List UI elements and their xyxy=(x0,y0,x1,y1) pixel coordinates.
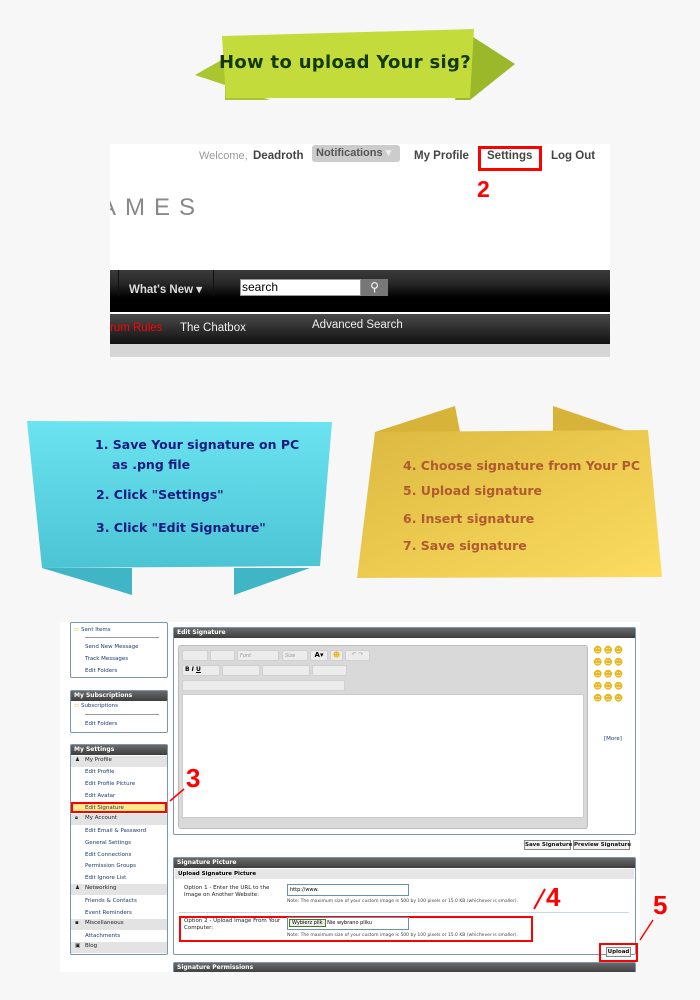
step-3-marker: 3 xyxy=(186,763,201,793)
step-4-marker: 4 xyxy=(546,882,561,912)
marker-lines xyxy=(169,788,654,941)
step-5-marker: 5 xyxy=(653,890,668,920)
